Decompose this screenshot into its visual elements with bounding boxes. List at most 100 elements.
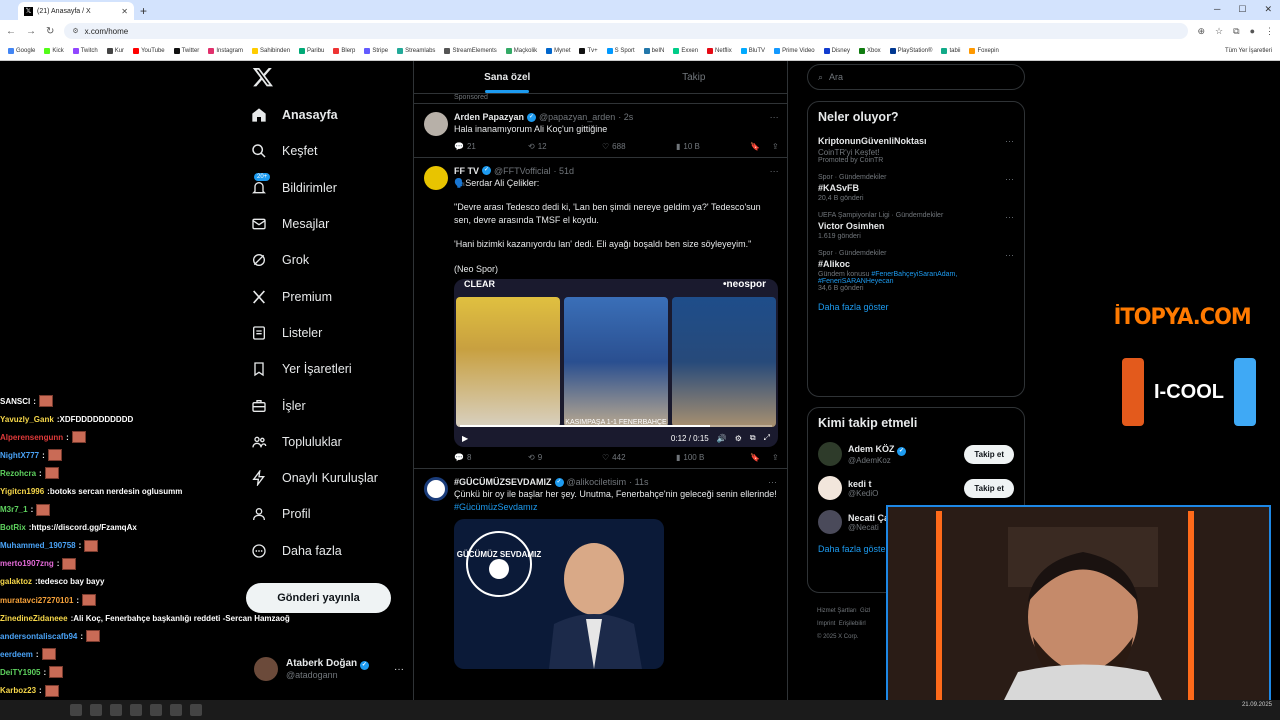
avatar[interactable]	[424, 112, 448, 136]
trend-more-icon[interactable]: ···	[1005, 174, 1014, 184]
reload-icon[interactable]: ↻	[46, 26, 54, 37]
bookmark-item[interactable]: YouTube	[133, 48, 165, 54]
tweet-handle[interactable]: @papazyan_arden	[539, 112, 615, 122]
tweet-more-icon[interactable]: ···	[770, 112, 779, 122]
avatar[interactable]	[818, 442, 842, 466]
share-icon[interactable]: ⇪	[772, 453, 779, 462]
taskbar-app-icon[interactable]	[70, 704, 82, 716]
follow-button[interactable]: Takip et	[964, 444, 1014, 464]
bookmark-item[interactable]: Blerp	[333, 48, 355, 54]
nav-item-1[interactable]: Keşfet	[250, 133, 378, 169]
bookmark-item[interactable]: Mynet	[546, 48, 570, 54]
trend-item[interactable]: UEFA Şampiyonlar Ligi · Gündemdekiler Vi…	[818, 212, 1014, 240]
chat-username[interactable]: Yigitcn1996	[0, 487, 44, 496]
browser-tab[interactable]: 𝕏 (21) Anasayfa / X ✕	[18, 2, 134, 20]
bookmark-item[interactable]: Foxepin	[969, 48, 999, 54]
taskbar-app-icon[interactable]	[190, 704, 202, 716]
hashtag-link[interactable]: #GücümüzSevdamız	[454, 502, 538, 512]
bookmark-item[interactable]: Tv+	[579, 48, 598, 54]
trend-item[interactable]: Spor · Gündemdekiler #Alikoc Gündem konu…	[818, 250, 1014, 292]
bookmark-item[interactable]: Disney	[823, 48, 850, 54]
retweet-button[interactable]: ⟲ 9	[528, 453, 602, 462]
minimize-icon[interactable]: ─	[1214, 4, 1220, 15]
address-bar[interactable]: ⚙ x.com/home	[64, 23, 1188, 39]
bookmark-item[interactable]: Kick	[44, 48, 64, 54]
trend-item[interactable]: Spor · Gündemdekiler #KASvFB 20,4 B gönd…	[818, 174, 1014, 202]
fullscreen-icon[interactable]: ⤢	[764, 433, 770, 443]
nav-item-12[interactable]: Daha fazla	[250, 533, 378, 569]
tweet-more-icon[interactable]: ···	[768, 477, 777, 487]
bookmark-icon[interactable]: 🔖	[750, 142, 760, 151]
tweet-handle[interactable]: @FFTVofficial	[494, 166, 550, 176]
bookmark-item[interactable]: BluTV	[740, 48, 765, 54]
chat-username[interactable]: NightX777	[0, 451, 39, 460]
volume-icon[interactable]: 🔊	[717, 434, 727, 443]
profile-icon[interactable]: ●	[1250, 26, 1255, 37]
nav-item-5[interactable]: Premium	[250, 278, 378, 314]
all-bookmarks[interactable]: Tüm Yer İşaretleri	[1225, 48, 1272, 54]
chat-username[interactable]: M3r7_1	[0, 505, 28, 514]
follow-button[interactable]: Takip et	[964, 478, 1014, 498]
tab-for-you[interactable]: Sana özel	[414, 61, 601, 93]
new-tab-button[interactable]: +	[140, 4, 147, 18]
views-button[interactable]: ▮ 100 B	[676, 453, 750, 462]
pip-icon[interactable]: ⧉	[750, 433, 756, 443]
chat-username[interactable]: Yavuzly_Gank	[0, 415, 54, 424]
bookmark-item[interactable]: Stripe	[364, 48, 388, 54]
nav-item-7[interactable]: Yer İşaretleri	[250, 351, 378, 387]
video-player[interactable]: CLEAR •neospor KASIMPAŞA 1-1 FENERBAHÇE …	[454, 279, 778, 447]
maximize-icon[interactable]: ☐	[1238, 4, 1246, 15]
chat-username[interactable]: Alperensengunn	[0, 433, 63, 442]
chat-username[interactable]: eerdeem	[0, 650, 33, 659]
close-tab-icon[interactable]: ✕	[121, 7, 128, 16]
extensions-icon[interactable]: ⧉	[1233, 26, 1239, 37]
bookmark-item[interactable]: Prime Video	[774, 48, 815, 54]
video-progress[interactable]	[460, 425, 772, 427]
search-input[interactable]: ⌕ Ara	[807, 64, 1025, 90]
follow-suggestion[interactable]: kedi t @KediO Takip et	[818, 476, 1014, 500]
bookmark-item[interactable]: tabii	[941, 48, 960, 54]
nav-item-2[interactable]: 20+ Bildirimler	[250, 170, 378, 206]
share-icon[interactable]: ⇪	[772, 142, 779, 151]
show-more-link[interactable]: Daha fazla göster	[818, 302, 1014, 312]
nav-item-0[interactable]: Anasayfa	[250, 97, 378, 133]
chat-username[interactable]: Karboz23	[0, 686, 36, 695]
like-button[interactable]: ♡ 442	[602, 453, 676, 462]
taskbar-app-icon[interactable]	[150, 704, 162, 716]
star-bookmark-icon[interactable]: ☆	[1215, 26, 1223, 37]
bookmark-item[interactable]: S Sport	[606, 48, 635, 54]
nav-item-8[interactable]: İşler	[250, 387, 378, 423]
tweet-author[interactable]: FF TV	[454, 166, 479, 176]
bookmark-item[interactable]: Sahibinden	[252, 48, 290, 54]
bookmark-item[interactable]: Streamlabs	[397, 48, 435, 54]
nav-item-3[interactable]: Mesajlar	[250, 206, 378, 242]
bookmark-item[interactable]: Instagram	[208, 48, 243, 54]
avatar[interactable]	[818, 476, 842, 500]
taskbar-app-icon[interactable]	[110, 704, 122, 716]
chat-username[interactable]: muratavci27270101	[0, 596, 73, 605]
bookmark-item[interactable]: Twitter	[173, 48, 199, 54]
reply-button[interactable]: 💬 21	[454, 142, 528, 151]
retweet-button[interactable]: ⟲ 12	[528, 142, 602, 151]
tweet-author[interactable]: #GÜCÜMÜZSEVDAMIZ	[454, 477, 552, 487]
tweet-more-icon[interactable]: ···	[770, 166, 779, 176]
tweet-image[interactable]: GÜCÜMÜZ SEVDAMIZ	[454, 519, 664, 669]
trend-more-icon[interactable]: ···	[1005, 212, 1014, 222]
tab-following[interactable]: Takip	[601, 61, 788, 93]
chat-username[interactable]: andersontaliscafb94	[0, 632, 77, 641]
forward-icon[interactable]: →	[26, 26, 36, 37]
nav-item-6[interactable]: Listeler	[250, 315, 378, 351]
bookmark-item[interactable]: Paribu	[299, 48, 324, 54]
nav-item-10[interactable]: Onaylı Kuruluşlar	[250, 460, 378, 496]
close-window-icon[interactable]: ✕	[1264, 4, 1272, 15]
bookmark-item[interactable]: Exxen	[673, 48, 698, 54]
bookmark-icon[interactable]: 🔖	[750, 453, 760, 462]
bookmark-item[interactable]: StreamElements	[444, 48, 497, 54]
play-icon[interactable]: ▶	[462, 434, 468, 443]
trend-more-icon[interactable]: ···	[1005, 250, 1014, 260]
avatar[interactable]	[424, 165, 448, 190]
taskbar-app-icon[interactable]	[170, 704, 182, 716]
nav-item-9[interactable]: Topluluklar	[250, 424, 378, 460]
tweet-author[interactable]: Arden Papazyan	[454, 112, 524, 122]
trend-item[interactable]: KriptonunGüvenliNoktası CoinTR'yi Keşfet…	[818, 136, 1014, 164]
